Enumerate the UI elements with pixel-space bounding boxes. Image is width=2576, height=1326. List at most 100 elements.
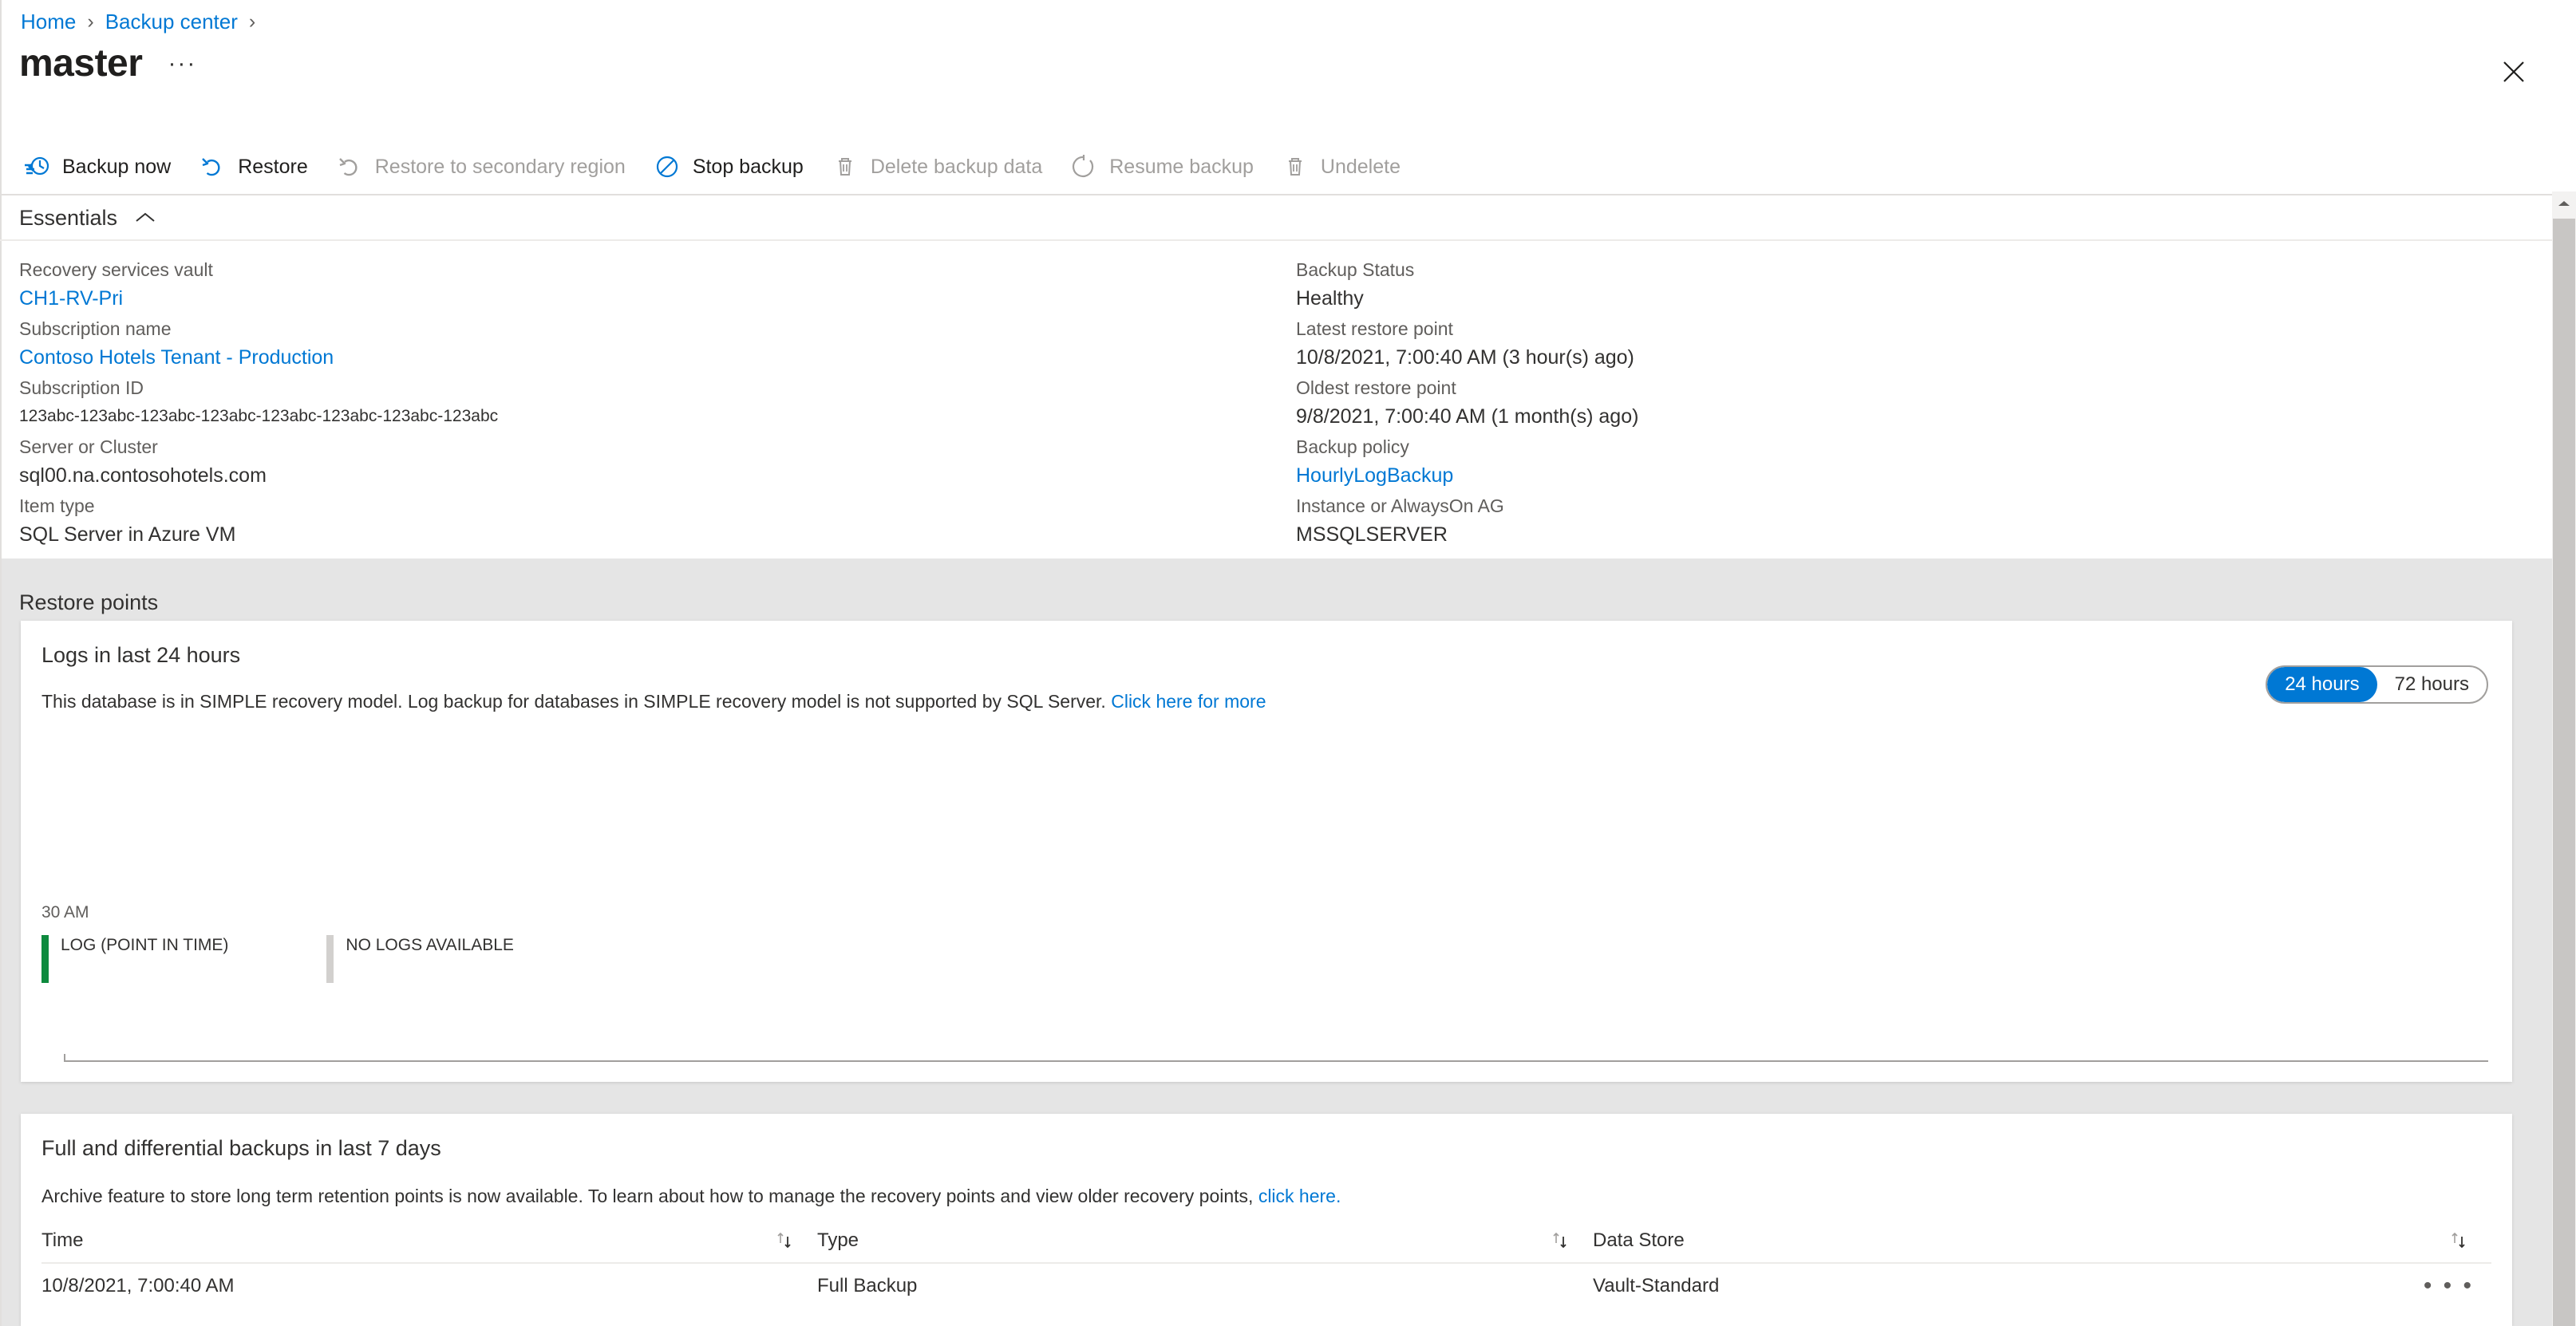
field-label: Recovery services vault: [19, 259, 213, 280]
stop-backup-label: Stop backup: [692, 155, 804, 178]
restore-button[interactable]: Restore: [195, 142, 321, 191]
scroll-up-button[interactable]: [2552, 191, 2576, 217]
chart-legend: LOG (POINT IN TIME) NO LOGS AVAILABLE: [41, 935, 514, 983]
logs-card-note: This database is in SIMPLE recovery mode…: [41, 689, 1266, 713]
legend-item-log-point-in-time: LOG (POINT IN TIME): [41, 935, 228, 983]
sort-arrows-icon[interactable]: [774, 1230, 795, 1251]
logs-note-link[interactable]: Click here for more: [1111, 691, 1266, 712]
legend-swatch-green: [41, 935, 49, 983]
close-icon: [2503, 61, 2525, 83]
backups-note-link[interactable]: click here.: [1258, 1186, 1341, 1206]
backup-now-label: Backup now: [62, 155, 172, 178]
restore-points-heading: Restore points: [19, 590, 159, 614]
field-value: MSSQLSERVER: [1296, 523, 1448, 546]
essentials-field-subscription-id: Subscription ID 123abc-123abc-123abc-123…: [19, 373, 1296, 431]
field-value: 9/8/2021, 7:00:40 AM (1 month(s) ago): [1296, 405, 1639, 428]
vertical-scrollbar[interactable]: [2552, 191, 2576, 1326]
column-label: Data Store: [1593, 1229, 1685, 1251]
legend-label: LOG (POINT IN TIME): [61, 936, 229, 954]
chevron-right-icon: ›: [87, 10, 94, 33]
essentials-column-left: Recovery services vault CH1-RV-Pri Subsc…: [19, 255, 1296, 551]
resume-icon: [1069, 152, 1098, 181]
cell-type: Full Backup: [817, 1275, 918, 1296]
restore-to-secondary-region-label: Restore to secondary region: [374, 155, 626, 178]
field-value: 10/8/2021, 7:00:40 AM (3 hour(s) ago): [1296, 346, 1634, 369]
backup-now-icon: [22, 152, 51, 181]
chevron-up-icon: [135, 211, 156, 224]
field-label: Subscription name: [19, 318, 172, 339]
undelete-button: Undelete: [1278, 142, 1413, 191]
scroll-up-icon: [2558, 197, 2570, 211]
field-label: Backup policy: [1296, 436, 1409, 457]
essentials-field-oldest-restore-point: Oldest restore point 9/8/2021, 7:00:40 A…: [1296, 373, 2413, 431]
range-option-24-hours[interactable]: 24 hours: [2267, 667, 2377, 702]
essentials-field-item-type: Item type SQL Server in Azure VM: [19, 491, 1296, 549]
essentials-field-server-or-cluster: Server or Cluster sql00.na.contosohotels…: [19, 432, 1296, 490]
breadcrumb-item-backup-center[interactable]: Backup center: [105, 10, 238, 34]
table-row[interactable]: 10/8/2021, 7:00:40 AM Full Backup Vault-…: [41, 1264, 2491, 1308]
logs-chart-plot: [64, 780, 2488, 1062]
restore-icon: [198, 152, 227, 181]
essentials-toggle[interactable]: Essentials: [19, 204, 156, 231]
field-value-link[interactable]: Contoso Hotels Tenant - Production: [19, 343, 1296, 372]
column-label: Type: [817, 1229, 859, 1251]
essentials-field-backup-policy: Backup policy HourlyLogBackup: [1296, 432, 2413, 490]
legend-label: NO LOGS AVAILABLE: [346, 936, 514, 954]
logs-note-text: This database is in SIMPLE recovery mode…: [41, 691, 1112, 712]
trash-icon: [831, 152, 859, 181]
chart-x-axis: [64, 1060, 2488, 1062]
column-label: Time: [41, 1229, 84, 1251]
stop-backup-icon: [653, 152, 682, 181]
sort-arrows-icon[interactable]: [1550, 1230, 1570, 1251]
essentials-field-latest-restore-point: Latest restore point 10/8/2021, 7:00:40 …: [1296, 314, 2413, 372]
restore-to-secondary-region-button: Restore to secondary region: [332, 142, 638, 191]
close-button[interactable]: [2496, 54, 2531, 89]
breadcrumb-item-home[interactable]: Home: [21, 10, 76, 34]
delete-backup-data-label: Delete backup data: [870, 155, 1043, 178]
field-label: Item type: [19, 495, 95, 516]
backups-card-note: Archive feature to store long term reten…: [41, 1186, 1341, 1207]
range-option-72-hours[interactable]: 72 hours: [2377, 667, 2487, 702]
delete-backup-data-button: Delete backup data: [828, 142, 1055, 191]
trash-icon: [1281, 152, 1310, 181]
essentials-field-subscription-name: Subscription name Contoso Hotels Tenant …: [19, 314, 1296, 372]
restore-secondary-icon: [335, 152, 364, 181]
essentials-column-right: Backup Status Healthy Latest restore poi…: [1296, 255, 2413, 551]
chart-x-tick: [64, 1054, 65, 1062]
backups-card-title: Full and differential backups in last 7 …: [41, 1136, 441, 1160]
backups-note-text: Archive feature to store long term reten…: [41, 1186, 1258, 1206]
backups-table: Time Type Data Store 10/8/2021, 7:00:40 …: [41, 1219, 2491, 1308]
legend-item-no-logs-available: NO LOGS AVAILABLE: [326, 935, 514, 983]
status-badge: Healthy: [1296, 287, 1364, 310]
scrollbar-thumb[interactable]: [2553, 219, 2575, 1326]
essentials-grid: Recovery services vault CH1-RV-Pri Subsc…: [19, 255, 2517, 551]
time-range-toggle: 24 hours 72 hours: [2266, 665, 2488, 704]
command-bar-divider: [0, 194, 2552, 195]
essentials-divider: [0, 239, 2552, 241]
title-row: master ···: [19, 42, 196, 85]
table-header-row: Time Type Data Store: [41, 1219, 2491, 1264]
column-header-data-store: Data Store: [1593, 1218, 2491, 1263]
sort-arrows-icon[interactable]: [2448, 1230, 2469, 1251]
breadcrumb: Home › Backup center ›: [21, 8, 267, 35]
more-options-icon[interactable]: ···: [168, 50, 196, 77]
column-header-time: Time: [41, 1218, 817, 1263]
field-label: Backup Status: [1296, 259, 1415, 280]
field-value-link[interactable]: CH1-RV-Pri: [19, 284, 1296, 313]
legend-spacer: [228, 935, 326, 983]
field-label: Server or Cluster: [19, 436, 158, 457]
stop-backup-button[interactable]: Stop backup: [650, 142, 816, 191]
row-context-menu-icon[interactable]: • • •: [2424, 1274, 2474, 1298]
undelete-label: Undelete: [1320, 155, 1401, 178]
cell-time: 10/8/2021, 7:00:40 AM: [41, 1275, 235, 1296]
field-label: Subscription ID: [19, 377, 144, 398]
backup-now-button[interactable]: Backup now: [19, 142, 184, 191]
command-bar: Backup now Restore Restore to secondary …: [19, 142, 1424, 191]
field-label: Instance or AlwaysOn AG: [1296, 495, 1504, 516]
essentials-field-backup-status: Backup Status Healthy: [1296, 255, 2413, 313]
chart-x-axis-label: 30 AM: [41, 903, 89, 921]
column-header-type: Type: [817, 1218, 1593, 1263]
resume-backup-button: Resume backup: [1066, 142, 1266, 191]
chevron-right-icon: ›: [248, 10, 256, 33]
field-value-link[interactable]: HourlyLogBackup: [1296, 461, 2413, 490]
